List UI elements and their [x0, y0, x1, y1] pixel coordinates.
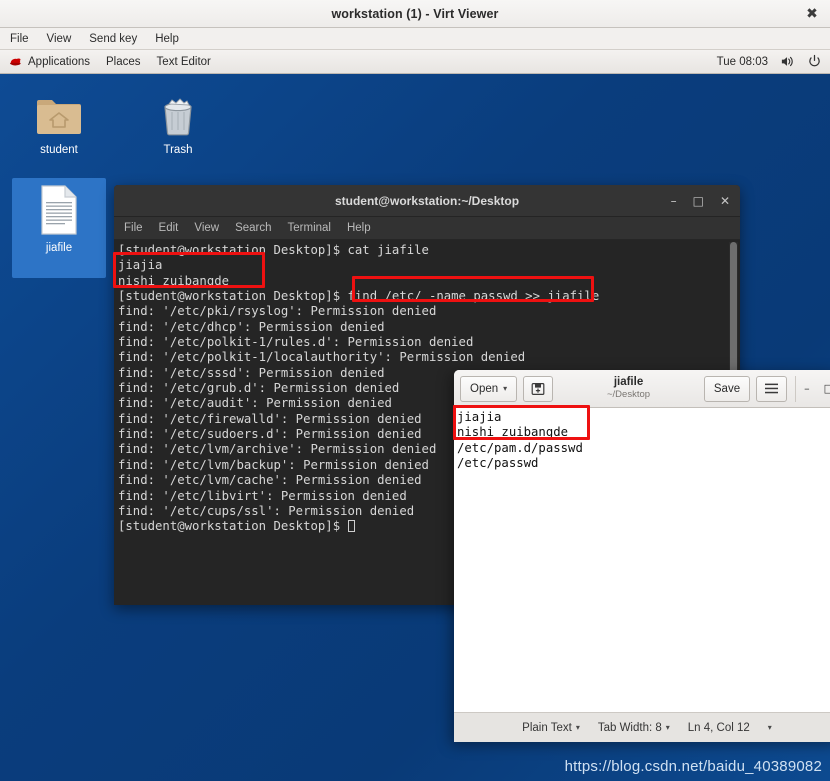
volume-icon[interactable] [780, 54, 795, 69]
desktop-icon-label: student [40, 144, 78, 156]
applications-label: Applications [28, 55, 91, 68]
editor-maximize-button[interactable]: □ [824, 382, 830, 395]
terminal-title: student@workstation:~/Desktop [334, 193, 520, 208]
terminal-line: [student@workstation Desktop]$ find /etc… [118, 289, 600, 304]
virt-viewer-menubar: File View Send key Help [0, 28, 830, 50]
editor-line: /etc/pam.d/passwd [457, 440, 583, 455]
terminal-titlebar: student@workstation:~/Desktop – □ ✕ [114, 185, 740, 217]
places-menu[interactable]: Places [106, 56, 141, 68]
text-editor-headerbar: Open ▾ jiafile ~/Desktop Save – □ [454, 370, 830, 408]
terminal-close-button[interactable]: ✕ [720, 195, 730, 207]
terminal-menu-help[interactable]: Help [347, 222, 371, 234]
terminal-menu-file[interactable]: File [124, 222, 143, 234]
chevron-down-icon: ▾ [575, 723, 580, 732]
text-document-icon [41, 185, 77, 235]
terminal-menu-terminal[interactable]: Terminal [288, 222, 331, 234]
desktop-icon-label: Trash [163, 144, 193, 156]
chevron-down-icon: ▾ [503, 384, 508, 393]
window-close-icon[interactable]: ✖ [802, 4, 822, 24]
text-editor-content-area[interactable]: jiajia nishi zuibangde /etc/pam.d/passwd… [454, 408, 830, 712]
terminal-minimize-button[interactable]: – [671, 195, 677, 207]
cursor-position-indicator: Ln 4, Col 12 [688, 722, 750, 734]
terminal-cursor [347, 520, 355, 533]
terminal-prompt: [student@workstation Desktop]$ [118, 519, 348, 534]
watermark: https://blog.csdn.net/baidu_40389082 [564, 758, 822, 775]
terminal-maximize-button[interactable]: □ [693, 195, 704, 207]
menu-send-key[interactable]: Send key [87, 32, 139, 46]
terminal-line: find: '/etc/polkit-1/rules.d': Permissio… [118, 335, 474, 350]
file-name: jiafile [613, 376, 644, 389]
language-selector[interactable]: Plain Text ▾ [522, 722, 580, 734]
editor-line: jiajia [457, 410, 502, 424]
chevron-down-icon: ▾ [767, 723, 772, 732]
save-button-label: Save [713, 382, 741, 395]
active-application-label: Text Editor [156, 55, 211, 68]
editor-minimize-button[interactable]: – [804, 382, 810, 395]
desktop-icon-jiafile[interactable]: jiafile [12, 178, 106, 278]
save-as-button[interactable] [523, 375, 554, 402]
menu-file[interactable]: File [8, 32, 31, 46]
terminal-line: find: '/etc/dhcp': Permission denied [118, 319, 385, 334]
screen: workstation (1) - Virt Viewer ✖ File Vie… [0, 0, 830, 781]
file-path: ~/Desktop [606, 388, 651, 400]
text-editor-window[interactable]: Open ▾ jiafile ~/Desktop Save – □ jiajia… [454, 370, 830, 742]
active-application-menu[interactable]: Text Editor [157, 56, 211, 68]
power-icon[interactable] [807, 54, 822, 69]
open-button[interactable]: Open ▾ [460, 375, 518, 402]
terminal-menu-edit[interactable]: Edit [159, 222, 179, 234]
terminal-menu-search[interactable]: Search [235, 222, 271, 234]
terminal-line: jiajia [118, 258, 163, 273]
terminal-menu-view[interactable]: View [194, 222, 219, 234]
gnome-top-panel: Applications Places Text Editor Tue 08:0… [0, 50, 830, 74]
language-label: Plain Text [522, 721, 572, 734]
editor-line: nishi zuibangde [457, 425, 569, 440]
cursor-position-label: Ln 4, Col 12 [687, 721, 750, 734]
menu-view[interactable]: View [45, 32, 74, 46]
home-folder-icon [37, 100, 81, 134]
menu-help[interactable]: Help [153, 32, 181, 46]
statusbar-overflow-menu[interactable]: ▾ [768, 723, 772, 732]
text-editor-title: jiafile ~/Desktop [559, 376, 698, 400]
terminal-line: find: '/etc/pki/rsyslog': Permission den… [118, 304, 437, 319]
desktop-icon-student[interactable]: student [12, 88, 106, 163]
applications-menu[interactable]: Applications [8, 54, 90, 69]
hamburger-menu-icon [765, 383, 779, 394]
tab-width-label: Tab Width: 8 [597, 721, 662, 734]
window-title: workstation (1) - Virt Viewer [331, 6, 499, 21]
hamburger-menu-button[interactable] [756, 375, 788, 402]
trash-icon [164, 98, 192, 136]
terminal-line: find: '/etc/polkit-1/localauthority': Pe… [118, 350, 526, 365]
redhat-logo-icon [10, 58, 21, 66]
open-button-label: Open [470, 382, 499, 395]
save-as-icon [531, 382, 545, 395]
terminal-menubar: File Edit View Search Terminal Help [114, 217, 740, 240]
places-label: Places [106, 55, 141, 68]
terminal-line: nishi zuibangde [118, 273, 230, 288]
desktop-icon-trash[interactable]: Trash [131, 88, 225, 163]
save-button[interactable]: Save [703, 375, 751, 402]
desktop-icon-label: jiafile [45, 242, 73, 254]
virt-viewer-titlebar: workstation (1) - Virt Viewer ✖ [0, 0, 830, 28]
clock[interactable]: Tue 08:03 [717, 56, 768, 68]
tab-width-selector[interactable]: Tab Width: 8 ▾ [598, 722, 670, 734]
terminal-line: [student@workstation Desktop]$ cat jiafi… [118, 243, 429, 257]
text-editor-statusbar: Plain Text ▾ Tab Width: 8 ▾ Ln 4, Col 12… [454, 712, 830, 742]
editor-line: /etc/passwd [457, 456, 539, 471]
chevron-down-icon: ▾ [665, 723, 670, 732]
